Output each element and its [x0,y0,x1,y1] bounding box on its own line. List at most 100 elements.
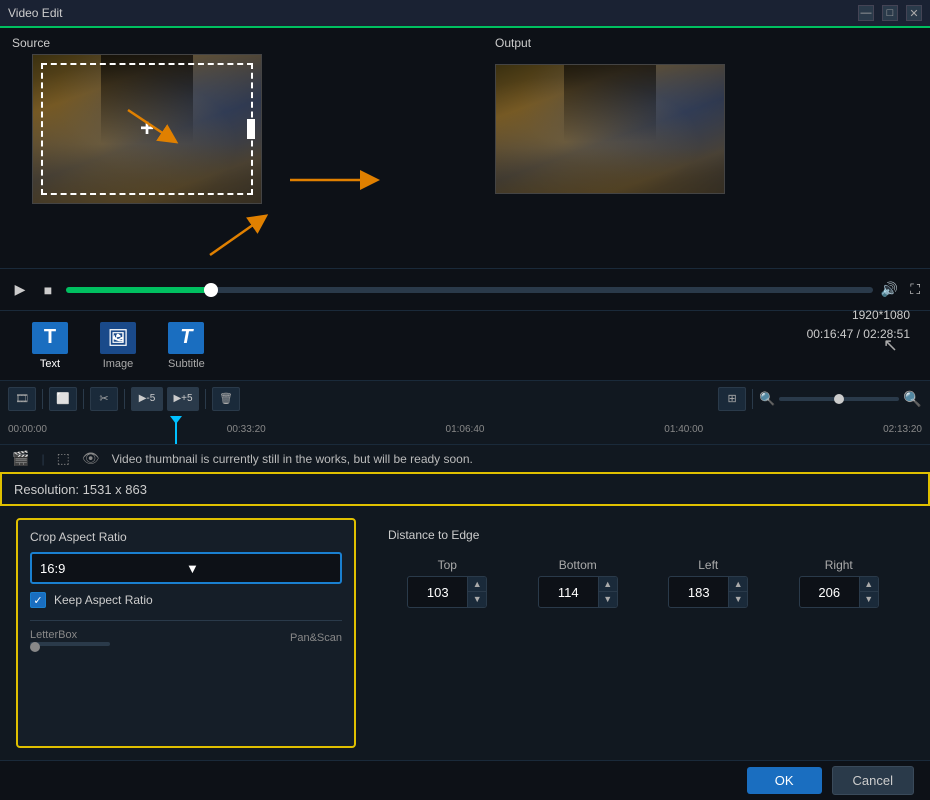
source-label: Source [12,36,435,50]
left-decrement[interactable]: ▼ [729,592,747,607]
separator-3 [124,389,125,409]
subtitle-tab-label: Subtitle [168,358,205,370]
timeline-ruler[interactable]: 00:00:00 00:33:20 01:06:40 01:40:00 02:1… [0,416,930,444]
separator-4 [205,389,206,409]
close-button[interactable]: ✕ [906,5,922,21]
eye-icon[interactable]: 👁 [82,450,100,467]
maximize-button[interactable]: □ [882,5,898,21]
title-bar: Video Edit — □ ✕ [0,0,930,28]
top-spin-buttons: ▲ ▼ [467,577,486,607]
right-decrement[interactable]: ▼ [860,592,878,607]
left-spin-buttons: ▲ ▼ [728,577,747,607]
left-increment[interactable]: ▲ [729,577,747,592]
ok-button[interactable]: OK [747,767,822,794]
output-thumbnail[interactable] [495,64,725,194]
separator-1 [42,389,43,409]
aspect-ratio-dropdown[interactable]: 16:9 ▼ [30,552,342,584]
progress-bar[interactable] [66,287,873,293]
source-thumbnail[interactable]: + [32,54,262,204]
right-edge-col: Right 206 ▲ ▼ [780,558,899,608]
tab-text[interactable]: T Text [16,316,84,376]
delete-button[interactable]: 🗑 [212,387,240,411]
status-icons: 🎬 | ⬚ 👁 [12,450,100,467]
left-spinner[interactable]: 183 ▲ ▼ [668,576,748,608]
letterbox-label: LetterBox [30,629,110,641]
fit-button[interactable]: ⊞ [718,387,746,411]
right-value: 206 [800,585,859,600]
distance-section: Distance to Edge Top 103 ▲ ▼ Bottom 114 [372,518,914,748]
back5-button[interactable]: ▶-5 [131,387,163,411]
trim-tool-button[interactable]: ✂ [90,387,118,411]
keep-ratio-row: ✓ Keep Aspect Ratio [30,592,342,608]
top-label: Top [438,558,457,572]
bottom-label: Bottom [559,558,597,572]
ruler-mark-4: 02:13:20 [883,424,922,435]
resolution-bar: Resolution: 1531 x 863 [0,472,930,506]
minimize-button[interactable]: — [858,5,874,21]
edge-grid: Top 103 ▲ ▼ Bottom 114 ▲ ▼ [388,558,898,608]
subtitle-tab-icon: T [168,322,204,354]
output-video-frame [496,65,724,193]
left-edge-col: Left 183 ▲ ▼ [649,558,768,608]
right-label: Right [825,558,853,572]
keep-ratio-checkbox[interactable]: ✓ [30,592,46,608]
zoom-out-icon[interactable]: 🔍 [759,391,775,407]
tab-subtitle[interactable]: T Subtitle [152,316,221,376]
status-message: Video thumbnail is currently still in th… [112,452,918,466]
cancel-button[interactable]: Cancel [832,766,914,795]
distance-title: Distance to Edge [388,528,898,542]
tab-image[interactable]: 🖼 Image [84,316,152,376]
crop-title: Crop Aspect Ratio [30,530,342,544]
volume-icon[interactable]: 🔊 [881,281,898,298]
progress-thumb[interactable] [204,283,218,297]
crop-section: Crop Aspect Ratio 16:9 ▼ ✓ Keep Aspect R… [16,518,356,748]
progress-fill [66,287,211,293]
right-spinner[interactable]: 206 ▲ ▼ [799,576,879,608]
resolution-text: Resolution: 1531 x 863 [14,482,147,497]
video-settings-icon[interactable]: 🎬 [12,450,29,467]
left-label: Left [698,558,718,572]
ruler-mark-1: 00:33:20 [227,424,266,435]
right-increment[interactable]: ▲ [860,577,878,592]
zoom-thumb[interactable] [834,394,844,404]
output-label: Output [495,36,531,50]
playback-bar: ▶ ■ 🔊 ⛶ [0,268,930,310]
keep-ratio-label: Keep Aspect Ratio [54,593,153,607]
time-value: 00:16:47 / 02:28:51 [807,325,910,344]
top-decrement[interactable]: ▼ [468,592,486,607]
ruler-mark-3: 01:40:00 [664,424,703,435]
aspect-ratio-value: 16:9 [40,561,186,576]
film-icon-button[interactable]: 🎞 [8,387,36,411]
text-tab-icon: T [32,322,68,354]
play-button[interactable]: ▶ [10,280,30,300]
bottom-edge-col: Bottom 114 ▲ ▼ [519,558,638,608]
bottom-increment[interactable]: ▲ [599,577,617,592]
bottom-spin-buttons: ▲ ▼ [598,577,617,607]
top-edge-col: Top 103 ▲ ▼ [388,558,507,608]
letterbox-thumb[interactable] [30,642,40,652]
top-increment[interactable]: ▲ [468,577,486,592]
source-video-frame [33,55,261,203]
stop-button[interactable]: ■ [38,280,58,300]
bottom-bar: OK Cancel [0,760,930,800]
panscan-label: Pan&Scan [290,632,342,644]
bottom-decrement[interactable]: ▼ [599,592,617,607]
top-spinner[interactable]: 103 ▲ ▼ [407,576,487,608]
forward5-button[interactable]: ▶+5 [167,387,199,411]
resolution-value: 1920*1080 [807,306,910,325]
zoom-controls: 🔍 🔍 [759,390,922,408]
playhead[interactable] [175,416,177,444]
fullscreen-icon[interactable]: ⛶ [910,281,920,298]
letterbox-slider[interactable] [30,642,110,646]
zoom-slider[interactable] [779,397,899,401]
image-tab-icon: 🖼 [100,322,136,354]
crop-icon[interactable]: ⬚ [57,450,70,467]
app-title: Video Edit [8,6,63,20]
ruler-mark-0: 00:00:00 [8,424,47,435]
crop-tool-button[interactable]: ⬜ [49,387,77,411]
zoom-in-icon[interactable]: 🔍 [903,390,922,408]
dropdown-arrow-icon: ▼ [186,561,332,576]
letterbox-group: LetterBox [30,629,110,646]
separator-5 [752,389,753,409]
bottom-spinner[interactable]: 114 ▲ ▼ [538,576,618,608]
